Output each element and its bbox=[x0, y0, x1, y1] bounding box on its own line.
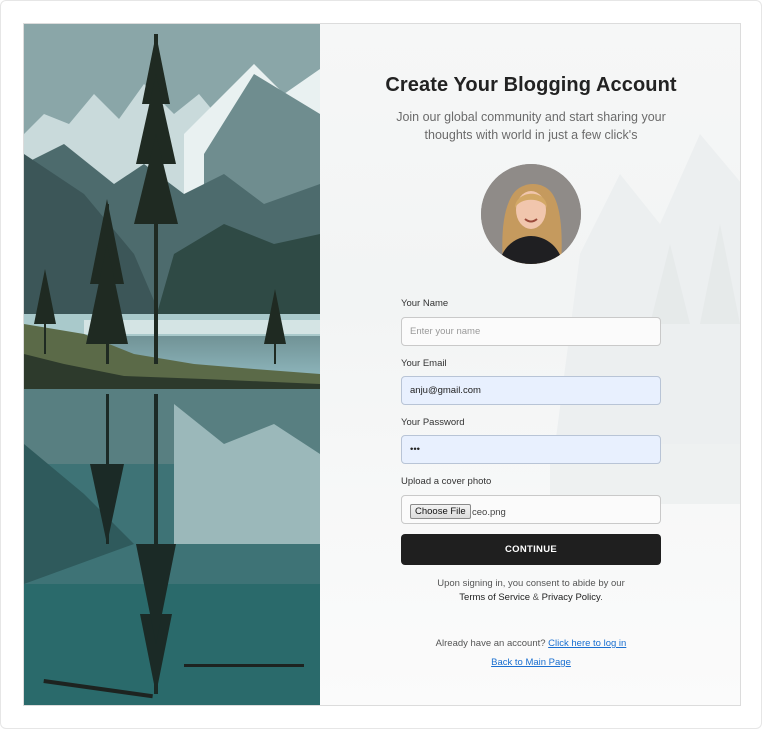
back-link-row: Back to Main Page bbox=[401, 657, 661, 668]
login-link[interactable]: Click here to log in bbox=[548, 638, 626, 649]
signup-panel: Create Your Blogging Account Join our gl… bbox=[320, 24, 740, 705]
cover-photo-label: Upload a cover photo bbox=[401, 476, 492, 487]
terms-notice: Upon signing in, you consent to abide by… bbox=[401, 577, 661, 605]
privacy-policy-link[interactable]: Privacy Policy bbox=[542, 592, 600, 603]
selected-file-name: ceo.png bbox=[472, 507, 506, 518]
page-subtitle: Join our global community and start shar… bbox=[396, 110, 666, 142]
email-input[interactable] bbox=[401, 376, 661, 405]
profile-photo-icon bbox=[481, 164, 581, 264]
lake-mountain-image bbox=[24, 24, 320, 705]
signup-card: Create Your Blogging Account Join our gl… bbox=[23, 23, 741, 706]
email-label: Your Email bbox=[401, 358, 447, 369]
password-input[interactable] bbox=[401, 435, 661, 464]
name-input[interactable] bbox=[401, 317, 661, 346]
terms-ampersand: & bbox=[532, 592, 540, 603]
have-account-text: Already have an account? bbox=[435, 638, 546, 649]
cover-photo-file-input[interactable]: Choose File ceo.png bbox=[401, 495, 661, 524]
landscape-illustration bbox=[24, 24, 320, 705]
continue-button[interactable]: CONTINUE bbox=[401, 534, 661, 565]
name-label: Your Name bbox=[401, 298, 449, 309]
login-prompt: Already have an account? Click here to l… bbox=[401, 638, 661, 649]
password-label: Your Password bbox=[401, 417, 465, 428]
profile-avatar bbox=[481, 164, 581, 264]
back-to-main-link[interactable]: Back to Main Page bbox=[491, 657, 571, 668]
terms-prefix: Upon signing in, you consent to abide by… bbox=[437, 578, 625, 589]
page-title: Create Your Blogging Account bbox=[385, 74, 677, 96]
terms-of-service-link[interactable]: Terms of Service bbox=[459, 592, 530, 603]
terms-suffix: . bbox=[600, 592, 603, 603]
choose-file-button[interactable]: Choose File bbox=[410, 504, 471, 519]
